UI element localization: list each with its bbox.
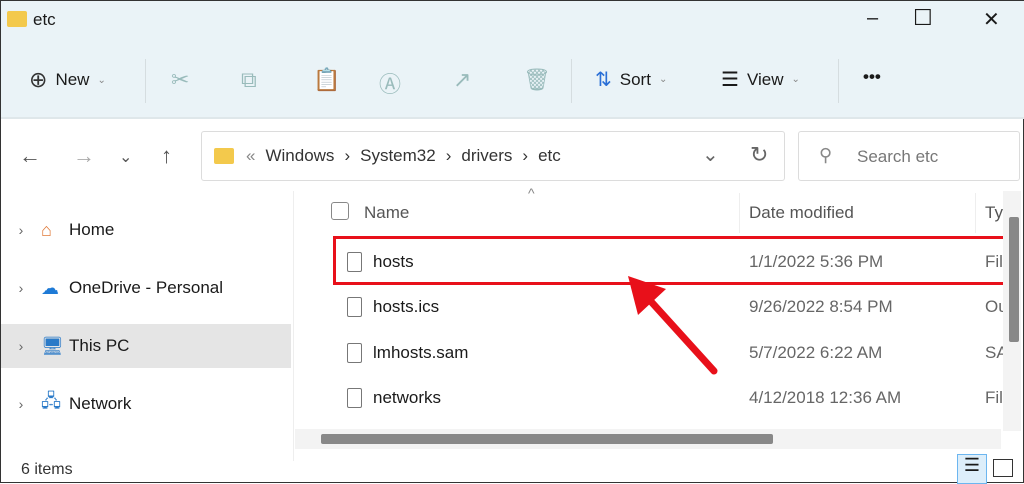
column-divider[interactable]	[739, 193, 740, 233]
window-title: etc	[33, 10, 56, 29]
divider	[838, 59, 839, 103]
breadcrumb-drivers[interactable]: drivers	[461, 146, 512, 166]
horizontal-scrollbar[interactable]	[295, 429, 1001, 449]
folder-icon	[214, 148, 234, 164]
new-label: New	[55, 70, 90, 89]
search-input[interactable]: Search etc	[857, 147, 938, 167]
sidebar-item-home[interactable]: › ⌂ Home	[1, 208, 291, 252]
rename-icon[interactable]: Ⓐ	[379, 67, 401, 99]
select-all-checkbox[interactable]	[331, 202, 349, 220]
new-button[interactable]: ⊕ New ⌄	[29, 67, 106, 93]
recent-locations-button[interactable]: ⌄	[119, 147, 132, 167]
breadcrumb-separator: ›	[344, 146, 351, 165]
view-button[interactable]: ☰ View ⌄	[721, 67, 800, 92]
file-icon	[347, 388, 362, 408]
chevron-down-icon: ⌄	[658, 74, 668, 85]
file-date: 5/7/2022 6:22 AM	[749, 343, 883, 362]
large-icons-view-button[interactable]	[993, 459, 1013, 477]
more-options-button[interactable]: •••	[863, 67, 881, 87]
file-date: 4/12/2018 12:36 AM	[749, 388, 902, 407]
breadcrumb-etc[interactable]: etc	[538, 146, 561, 166]
file-type: SA	[985, 343, 1005, 362]
folder-icon	[7, 11, 27, 27]
breadcrumb-system32[interactable]: System32	[360, 146, 436, 166]
scroll-thumb[interactable]	[1009, 217, 1019, 342]
view-label: View	[746, 69, 784, 89]
sidebar-item-this-pc[interactable]: › 🖥 This PC	[1, 324, 291, 368]
file-name: networks	[373, 388, 442, 407]
maximize-button[interactable]: ☐	[913, 5, 933, 31]
expand-icon[interactable]: ›	[1, 280, 41, 296]
search-box[interactable]: ⚲ Search etc	[798, 131, 1020, 181]
cloud-icon: ☁	[41, 277, 59, 298]
breadcrumb-separator: ›	[445, 146, 452, 165]
expand-icon[interactable]: ›	[1, 222, 41, 238]
computer-icon: 🖥	[41, 335, 64, 356]
address-bar[interactable]: « Windows › System32 › drivers › etc ⌄ ↻	[201, 131, 785, 181]
file-icon	[347, 343, 362, 363]
file-icon	[347, 297, 362, 317]
sidebar-label: Home	[69, 220, 115, 239]
delete-icon[interactable]: 🗑	[523, 67, 551, 93]
minimize-button[interactable]: –	[867, 7, 878, 30]
view-icon: ☰	[721, 69, 739, 91]
breadcrumb-windows[interactable]: Windows	[265, 146, 334, 166]
sort-ascending-icon: ^	[528, 185, 535, 201]
back-button[interactable]: ←	[19, 143, 41, 169]
item-count: 6 items	[21, 461, 73, 478]
chevron-down-icon: ⌄	[791, 74, 800, 85]
sort-label: Sort	[619, 69, 651, 89]
details-view-button[interactable]: ☰	[957, 454, 987, 484]
network-icon: 🖧	[41, 391, 62, 411]
divider	[293, 191, 294, 461]
sidebar-item-onedrive[interactable]: › ☁ OneDrive - Personal	[1, 266, 291, 310]
refresh-icon[interactable]: ↻	[750, 142, 768, 168]
divider	[145, 59, 146, 103]
divider	[571, 59, 572, 103]
plus-circle-icon: ⊕	[29, 67, 48, 92]
title-bar: etc – ☐ ✕	[1, 1, 1024, 39]
share-icon[interactable]: ↗	[453, 67, 471, 93]
address-dropdown-icon[interactable]: ⌄	[702, 142, 719, 167]
overflow-chevron[interactable]: «	[246, 146, 255, 166]
cut-icon[interactable]: ✂	[171, 67, 189, 93]
column-header-type[interactable]: Ty	[985, 203, 1003, 223]
file-type: Ou	[985, 297, 1005, 316]
vertical-scrollbar[interactable]	[1003, 191, 1021, 431]
copy-icon[interactable]: ⧉	[241, 67, 257, 93]
red-arrow-annotation	[628, 276, 718, 375]
forward-button[interactable]: →	[73, 143, 95, 169]
search-icon: ⚲	[819, 145, 833, 165]
expand-icon[interactable]: ›	[1, 396, 41, 412]
column-header-name[interactable]: Name	[364, 203, 409, 223]
column-header-date[interactable]: Date modified	[749, 203, 854, 223]
column-divider[interactable]	[975, 193, 976, 233]
chevron-down-icon: ⌄	[97, 74, 106, 86]
home-icon: ⌂	[41, 219, 52, 240]
file-date: 9/26/2022 8:54 PM	[749, 297, 893, 316]
file-name: lmhosts.sam	[373, 343, 469, 362]
up-button[interactable]: ↑	[161, 143, 172, 169]
file-row-networks[interactable]: networks 4/12/2018 12:36 AM Fil	[331, 378, 1003, 418]
close-button[interactable]: ✕	[983, 7, 1000, 32]
file-name: hosts.ics	[373, 297, 440, 316]
breadcrumb-separator: ›	[522, 146, 529, 165]
sidebar-label: OneDrive - Personal	[69, 278, 224, 297]
sidebar-label: This PC	[69, 336, 130, 355]
sort-button[interactable]: ⇅ Sort ⌄	[595, 67, 667, 92]
file-type: Fil	[985, 388, 1003, 407]
sort-icon: ⇅	[595, 69, 612, 91]
sidebar-item-network[interactable]: › 🖧 Network	[1, 382, 291, 426]
expand-icon[interactable]: ›	[1, 338, 41, 354]
sidebar-label: Network	[69, 394, 132, 413]
scroll-thumb[interactable]	[321, 434, 773, 444]
paste-icon[interactable]: 📋	[313, 67, 340, 93]
